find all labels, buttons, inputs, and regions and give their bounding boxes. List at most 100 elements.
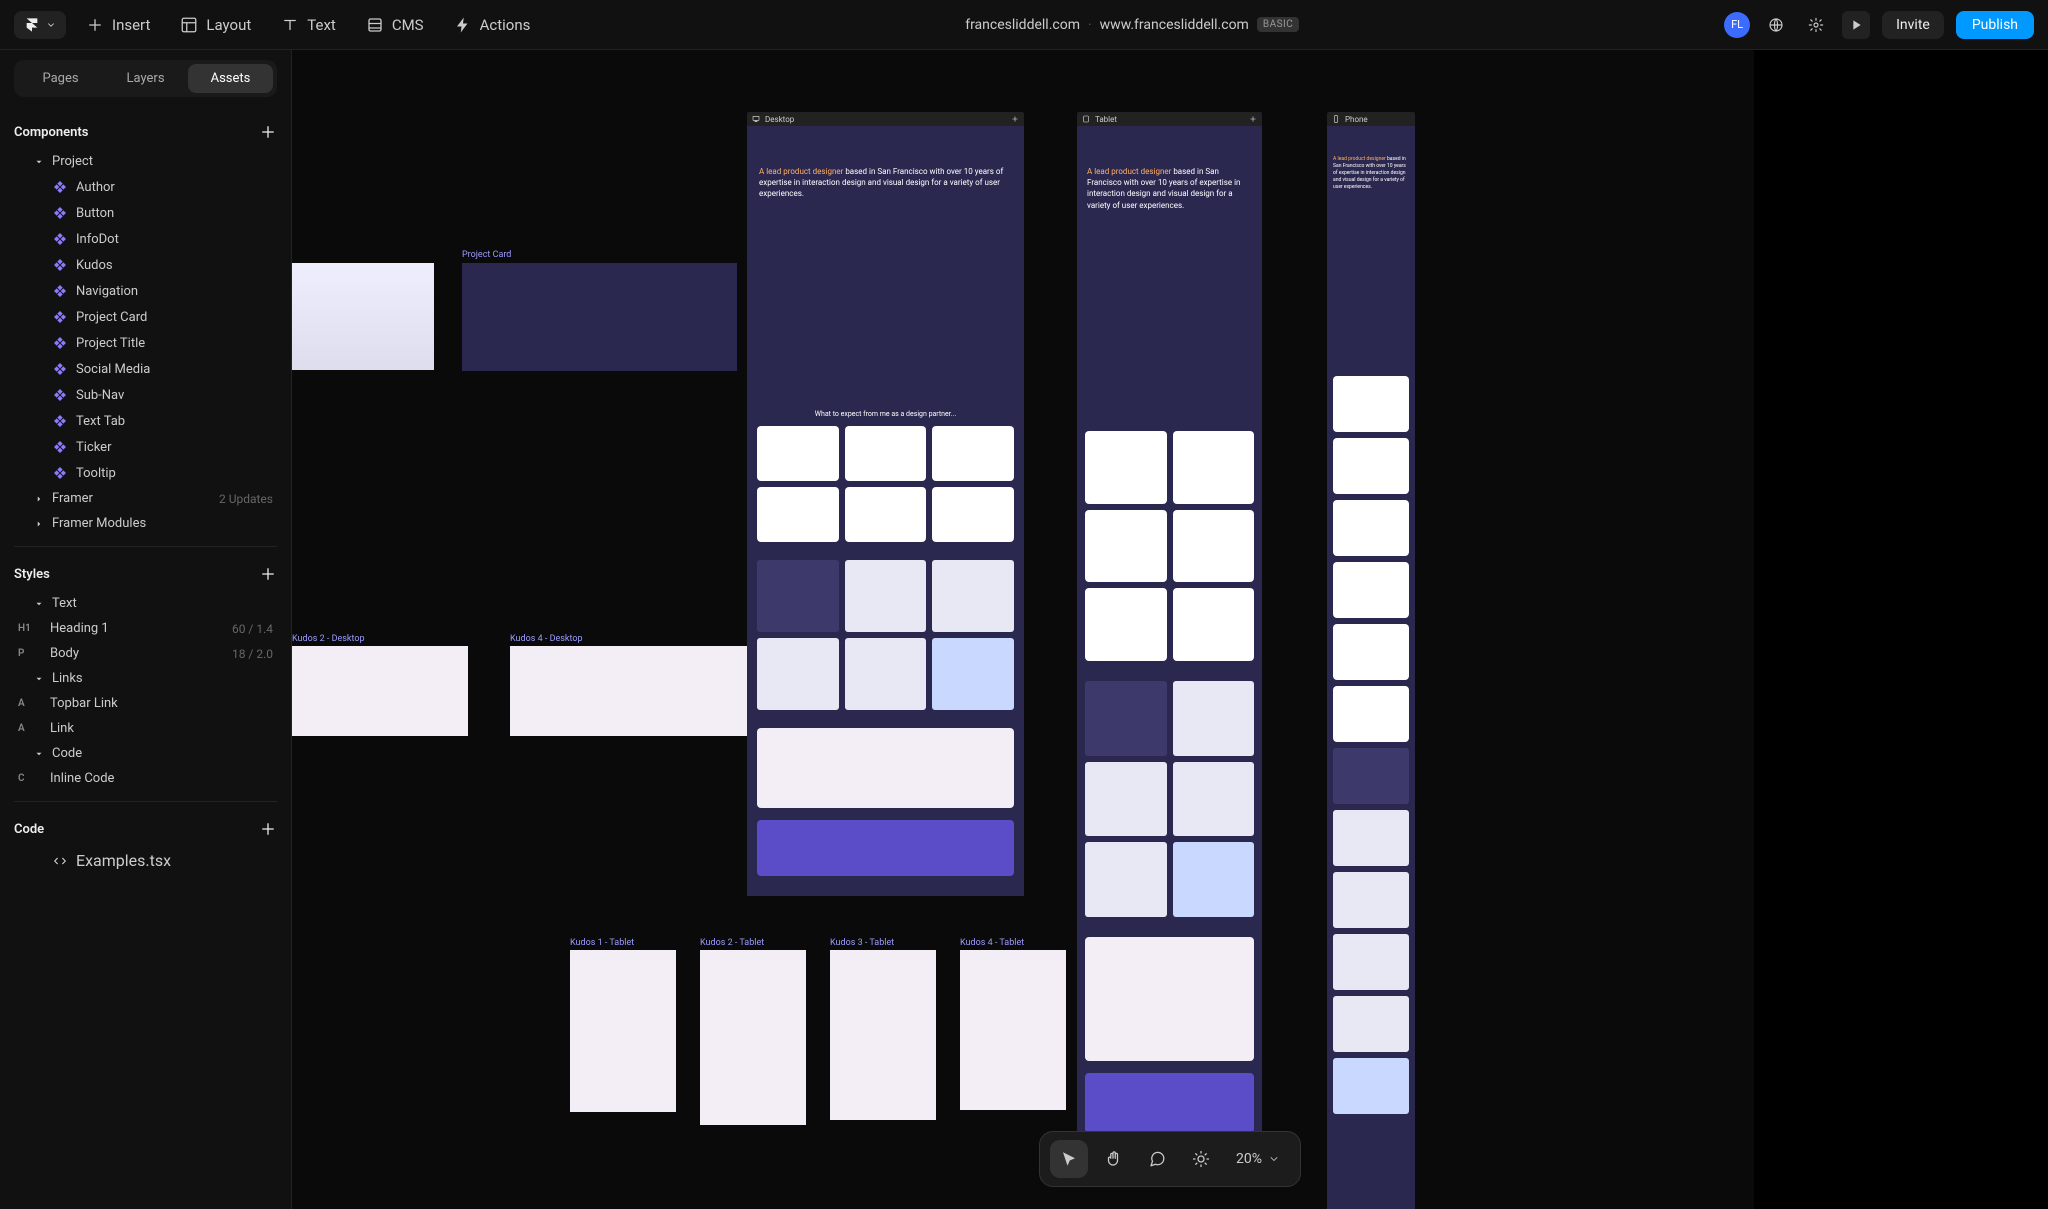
value-card[interactable] — [757, 426, 839, 481]
component-item[interactable]: Text Tab — [14, 408, 277, 434]
tree-group-code[interactable]: Code — [14, 741, 277, 766]
project-url[interactable]: www.francesliddell.com — [1100, 17, 1249, 33]
canvas-kudos-4-tablet[interactable] — [960, 950, 1066, 1110]
canvas-empty-region[interactable] — [1754, 50, 2048, 1209]
add-style-icon[interactable] — [259, 565, 277, 583]
project-tile[interactable] — [932, 638, 1014, 710]
comment-tool[interactable] — [1138, 1140, 1176, 1178]
component-item[interactable]: Navigation — [14, 278, 277, 304]
value-card[interactable] — [932, 487, 1014, 542]
canvas-tablet-body[interactable] — [1077, 313, 1262, 1149]
project-tile[interactable] — [845, 638, 927, 710]
kudos-card[interactable] — [757, 728, 1014, 808]
value-card[interactable] — [1085, 588, 1167, 661]
globe-button[interactable] — [1762, 11, 1790, 39]
component-item[interactable]: Project Title — [14, 330, 277, 356]
frame-header-phone[interactable]: Phone — [1327, 112, 1415, 126]
add-code-icon[interactable] — [259, 820, 277, 838]
frame-label[interactable]: Kudos 1 - Tablet — [570, 938, 634, 948]
insert-button[interactable]: Insert — [76, 10, 160, 40]
tab-assets[interactable]: Assets — [188, 64, 273, 93]
project-tile[interactable] — [1333, 810, 1409, 866]
frame-header-tablet[interactable]: Tablet — [1077, 112, 1262, 126]
layout-button[interactable]: Layout — [170, 10, 261, 40]
value-card[interactable] — [1333, 438, 1409, 494]
component-item[interactable]: Social Media — [14, 356, 277, 382]
footer-nav-card[interactable] — [757, 820, 1014, 876]
avatar[interactable]: FL — [1724, 12, 1750, 38]
value-card[interactable] — [1085, 510, 1167, 583]
cursor-tool[interactable] — [1050, 1140, 1088, 1178]
add-component-icon[interactable] — [259, 123, 277, 141]
canvas-kudos-2-desktop[interactable] — [292, 646, 468, 736]
component-item[interactable]: Project Card — [14, 304, 277, 330]
frame-label[interactable]: Kudos 4 - Desktop — [510, 634, 583, 644]
project-name[interactable]: francesliddell.com — [965, 17, 1080, 33]
plus-icon[interactable] — [1011, 115, 1019, 123]
project-tile[interactable] — [1333, 934, 1409, 990]
project-tile[interactable] — [1173, 762, 1255, 837]
hand-tool[interactable] — [1094, 1140, 1132, 1178]
text-button[interactable]: Text — [271, 10, 346, 40]
value-card[interactable] — [757, 487, 839, 542]
style-heading-1[interactable]: H1 Heading 1 60 / 1.4 — [14, 616, 277, 641]
zoom-control[interactable]: 20% — [1226, 1151, 1290, 1167]
preview-button[interactable] — [1842, 11, 1870, 39]
value-card[interactable] — [1333, 624, 1409, 680]
tree-group-framer[interactable]: Framer 2 Updates — [14, 486, 277, 511]
tree-group-text[interactable]: Text — [14, 591, 277, 616]
value-card[interactable] — [845, 487, 927, 542]
component-item[interactable]: InfoDot — [14, 226, 277, 252]
frame-label[interactable]: Kudos 4 - Tablet — [960, 938, 1024, 948]
canvas-kudos-3-tablet[interactable] — [830, 950, 936, 1120]
style-link[interactable]: A Link — [14, 716, 277, 741]
canvas[interactable]: Project Card Kudos 2 - Desktop Kudos 4 -… — [292, 50, 2048, 1209]
value-card[interactable] — [845, 426, 927, 481]
project-tile[interactable] — [1085, 681, 1167, 756]
tree-group-project[interactable]: Project — [14, 149, 277, 174]
canvas-phone-hero[interactable]: A lead product designer based in San Fra… — [1327, 126, 1415, 316]
invite-button[interactable]: Invite — [1882, 11, 1944, 39]
tree-group-links[interactable]: Links — [14, 666, 277, 691]
frame-label[interactable]: Kudos 3 - Tablet — [830, 938, 894, 948]
kudos-card[interactable] — [1085, 937, 1254, 1061]
value-card[interactable] — [1333, 562, 1409, 618]
project-tile[interactable] — [1173, 681, 1255, 756]
plus-icon[interactable] — [1249, 115, 1257, 123]
project-tile[interactable] — [1333, 872, 1409, 928]
actions-button[interactable]: Actions — [444, 10, 541, 40]
project-tile[interactable] — [932, 560, 1014, 632]
component-item[interactable]: Kudos — [14, 252, 277, 278]
code-file[interactable]: Examples.tsx — [14, 846, 277, 875]
value-card[interactable] — [1173, 431, 1255, 504]
project-tile[interactable] — [757, 560, 839, 632]
style-inline-code[interactable]: C Inline Code — [14, 766, 277, 791]
cms-button[interactable]: CMS — [356, 10, 434, 40]
publish-button[interactable]: Publish — [1956, 11, 2034, 39]
component-item[interactable]: Button — [14, 200, 277, 226]
frame-label[interactable]: Project Card — [462, 250, 511, 260]
value-card[interactable] — [1333, 500, 1409, 556]
canvas-kudos-2-tablet[interactable] — [700, 950, 806, 1125]
canvas-desktop-body[interactable]: What to expect from me as a design partn… — [747, 278, 1024, 896]
value-card[interactable] — [932, 426, 1014, 481]
project-tile[interactable] — [1333, 748, 1409, 804]
project-tile[interactable] — [1085, 762, 1167, 837]
project-tile[interactable] — [845, 560, 927, 632]
canvas-artboard-partial[interactable] — [292, 263, 434, 370]
component-item[interactable]: Author — [14, 174, 277, 200]
frame-label[interactable]: Kudos 2 - Desktop — [292, 634, 365, 644]
canvas-project-card[interactable] — [462, 263, 737, 371]
style-body[interactable]: P Body 18 / 2.0 — [14, 641, 277, 666]
value-card[interactable] — [1173, 510, 1255, 583]
tab-layers[interactable]: Layers — [103, 64, 188, 93]
canvas-tablet-hero[interactable]: A lead product designer based in San Fra… — [1077, 126, 1262, 313]
logo-menu[interactable] — [14, 11, 66, 39]
tree-group-framer-modules[interactable]: Framer Modules — [14, 511, 277, 536]
component-item[interactable]: Sub-Nav — [14, 382, 277, 408]
project-tile[interactable] — [1085, 842, 1167, 917]
canvas-phone-body[interactable] — [1327, 316, 1415, 1209]
frame-label[interactable]: Kudos 2 - Tablet — [700, 938, 764, 948]
value-card[interactable] — [1333, 686, 1409, 742]
frame-header-desktop[interactable]: Desktop — [747, 112, 1024, 126]
